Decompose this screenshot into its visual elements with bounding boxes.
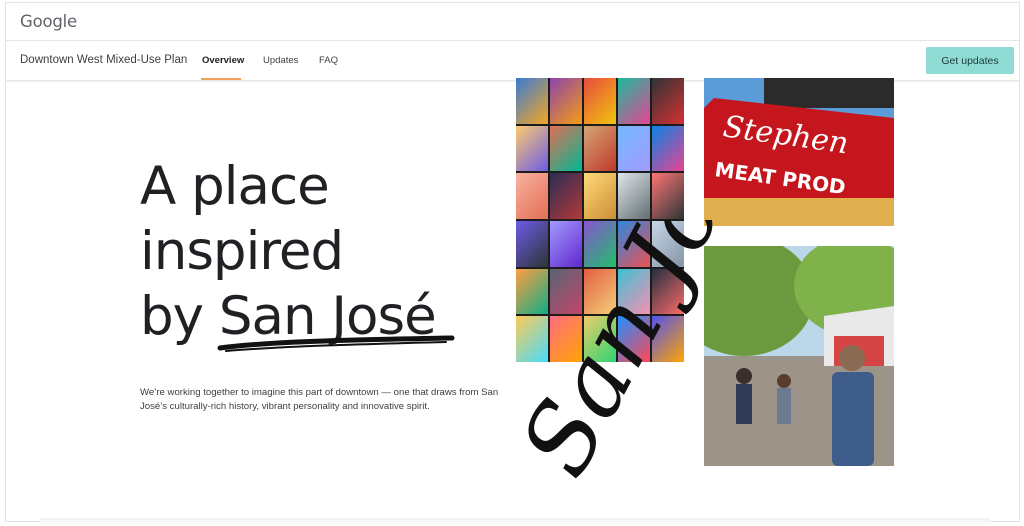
mural-tile [618,78,650,124]
street-market-photo [704,246,894,466]
brush-underline-icon [217,335,455,352]
mural-tile [652,125,684,172]
mural-tile [550,316,582,362]
top-bar: Google [6,3,1019,41]
meat-sign-icon: Stephen MEAT PROD [704,78,894,226]
mural-tile [516,173,548,219]
mural-tile [584,268,616,315]
google-logo[interactable]: Google [20,12,77,31]
mural-tile [618,268,650,315]
street-scene-icon [704,246,894,466]
bottom-shadow [40,518,990,526]
neon-sign-photo: Stephen MEAT PROD [704,78,894,226]
plan-title[interactable]: Downtown West Mixed-Use Plan [20,54,187,66]
mural-tile [516,268,548,315]
mural-tile [550,78,582,124]
tab-updates[interactable]: Updates [263,55,298,66]
active-tab-indicator [201,78,241,80]
mural-tile [584,78,616,124]
mural-tile [652,173,684,219]
mural-tile [516,221,548,267]
mural-tile [550,173,582,219]
mural-tile [584,316,616,362]
mural-tile [550,125,582,172]
mural-tile [652,221,684,267]
mural-tile [618,221,650,267]
mural-tile [652,78,684,124]
mural-tile [618,316,650,362]
mural-tile [550,221,582,267]
mural-tile [652,268,684,315]
mural-collage-photo [516,78,684,362]
mural-tile [584,221,616,267]
hero-description: We’re working together to imagine this p… [140,387,499,412]
tab-faq[interactable]: FAQ [319,55,338,66]
nav-bar: Downtown West Mixed-Use Plan Overview Up… [6,41,1019,81]
mural-tile [550,268,582,315]
headline-line-1: A place [140,156,330,217]
mural-tile [618,125,650,172]
tab-overview[interactable]: Overview [202,55,244,66]
headline-line-2: inspired [140,221,344,282]
mural-tile [516,78,548,124]
mural-grid [516,78,684,362]
mural-tile [516,316,548,362]
hero-headline: A place inspired by San José [140,154,480,349]
mural-tile [618,173,650,219]
mural-tile [584,173,616,219]
mural-tile [516,125,548,172]
get-updates-button[interactable]: Get updates [926,47,1014,74]
mural-tile [652,316,684,362]
mural-tile [584,125,616,172]
